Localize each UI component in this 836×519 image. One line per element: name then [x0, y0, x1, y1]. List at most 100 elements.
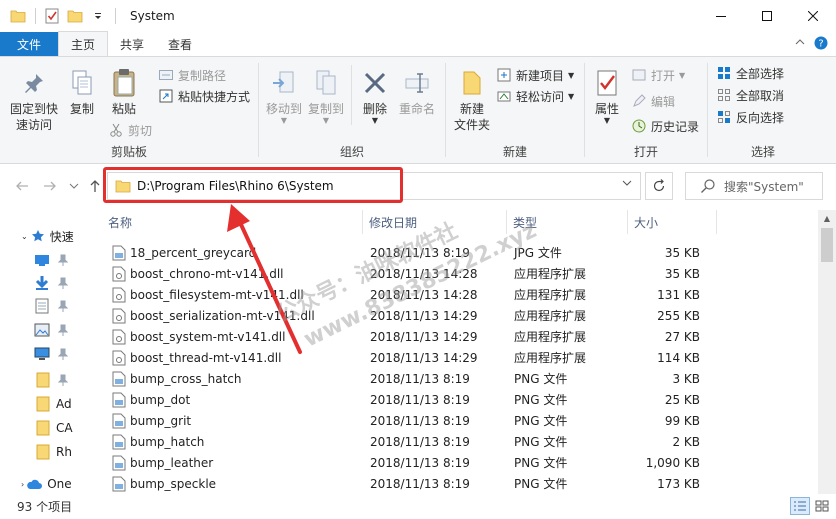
back-arrow-icon[interactable]: [14, 178, 30, 194]
file-row[interactable]: boost_chrono-mt-v141.dll 2018/11/13 14:2…: [100, 263, 816, 284]
column-header-type[interactable]: 类型: [507, 210, 627, 234]
select-all-icon: [716, 65, 732, 81]
delete-button[interactable]: 删除 ▼: [357, 67, 393, 125]
copy-to-button[interactable]: 复制到 ▼: [305, 67, 347, 125]
open-group-label: 打开: [633, 145, 658, 159]
collapse-ribbon-icon[interactable]: [794, 36, 806, 53]
file-row[interactable]: bump_speckle 2018/11/13 8:19 PNG 文件 173 …: [100, 473, 816, 494]
view-buttons: [790, 497, 832, 515]
recent-locations-icon[interactable]: [66, 178, 82, 194]
item-count: 93 个项目: [17, 500, 73, 514]
address-bar[interactable]: D:\Program Files\Rhino 6\System: [107, 172, 641, 200]
file-row[interactable]: boost_system-mt-v141.dll 2018/11/13 14:2…: [100, 326, 816, 347]
properties-check-icon[interactable]: [44, 8, 60, 24]
file-row[interactable]: boost_serialization-mt-v141.dll 2018/11/…: [100, 305, 816, 326]
history-button[interactable]: 历史记录: [631, 116, 699, 136]
file-row[interactable]: bump_grit 2018/11/13 8:19 PNG 文件 99 KB: [100, 410, 816, 431]
invert-selection-button[interactable]: 反向选择: [716, 107, 784, 127]
copy-to-icon: [310, 67, 342, 99]
column-header-name[interactable]: 名称: [102, 210, 360, 234]
chevron-down-icon: ▼: [280, 116, 288, 125]
refresh-button[interactable]: [645, 172, 673, 200]
file-row[interactable]: bump_cross_hatch 2018/11/13 8:19 PNG 文件 …: [100, 368, 816, 389]
search-placeholder: 搜索"System": [724, 179, 804, 194]
file-row[interactable]: 18_percent_greycard 2018/11/13 8:19 JPG …: [100, 242, 816, 263]
maximize-button[interactable]: [744, 0, 790, 32]
sidebar-item-documents[interactable]: [0, 296, 76, 316]
paste-button[interactable]: 粘贴: [104, 67, 144, 117]
large-icons-view-icon[interactable]: [812, 497, 832, 515]
column-header-date[interactable]: 修改日期: [363, 210, 505, 234]
move-to-button[interactable]: 移动到 ▼: [263, 67, 305, 125]
sidebar-item-ad[interactable]: Ad: [0, 394, 76, 414]
select-all-button[interactable]: 全部选择: [716, 63, 784, 83]
search-box[interactable]: 搜索"System": [685, 172, 823, 200]
properties-button[interactable]: 属性 ▼: [589, 67, 625, 125]
edit-button[interactable]: 编辑: [631, 91, 675, 111]
ribbon: 固定到快 速访问 复制 粘贴 复制路径 粘贴快捷方式 剪切 剪贴板 移动到 ▼ …: [0, 56, 836, 164]
scrollbar-thumb[interactable]: [821, 228, 833, 262]
divider: [115, 8, 116, 24]
forward-arrow-icon[interactable]: [42, 178, 58, 194]
window-controls: [698, 0, 836, 32]
details-view-icon[interactable]: [790, 497, 810, 515]
paste-shortcut-button[interactable]: 粘贴快捷方式: [158, 86, 250, 106]
file-row[interactable]: boost_filesystem-mt-v141.dll 2018/11/13 …: [100, 284, 816, 305]
divider: [35, 8, 36, 24]
sidebar-item-folder[interactable]: [0, 370, 76, 390]
new-item-button[interactable]: 新建项目 ▼: [496, 65, 574, 85]
select-none-button[interactable]: 全部取消: [716, 85, 784, 105]
divider: [351, 65, 352, 125]
copy-path-button[interactable]: 复制路径: [158, 65, 226, 85]
easy-access-button[interactable]: 轻松访问 ▼: [496, 86, 574, 106]
ribbon-tabs: 文件 主页 共享 查看 ?: [0, 31, 836, 56]
new-group: 新建 文件夹 新建项目 ▼ 轻松访问 ▼ 新建: [446, 57, 584, 164]
folder-icon: [36, 420, 50, 436]
up-arrow-icon[interactable]: [87, 178, 103, 194]
pin-quick-access-button[interactable]: 固定到快 速访问: [6, 67, 62, 133]
copy-button[interactable]: 复制: [64, 67, 100, 117]
vertical-scrollbar[interactable]: ▲: [818, 210, 836, 494]
new-folder-button[interactable]: 新建 文件夹: [450, 67, 494, 133]
select-none-icon: [716, 87, 732, 103]
sidebar-item-downloads[interactable]: [0, 273, 76, 293]
customize-dropdown-icon[interactable]: [90, 8, 106, 24]
sidebar-item-desktop[interactable]: [0, 250, 76, 270]
chevron-down-icon: ▼: [568, 91, 575, 101]
new-group-label: 新建: [502, 145, 527, 159]
sidebar-item-ca[interactable]: CA: [0, 418, 76, 438]
computer-icon: [34, 347, 50, 360]
sidebar-item-rh[interactable]: Rh: [0, 442, 76, 462]
tab-view[interactable]: 查看: [156, 32, 204, 56]
navigation-pane: ⌄ 快速 Ad CA Rh › One: [0, 210, 76, 494]
open-button[interactable]: 打开 ▼: [631, 65, 685, 85]
sidebar-item-pictures[interactable]: [0, 320, 76, 340]
sidebar-item-quick-access[interactable]: ⌄ 快速: [0, 226, 76, 246]
tab-share[interactable]: 共享: [108, 32, 156, 56]
address-dropdown-icon[interactable]: [622, 179, 632, 190]
sidebar-item-onedrive[interactable]: › One: [0, 474, 76, 494]
file-row[interactable]: bump_dot 2018/11/13 8:19 PNG 文件 25 KB: [100, 389, 816, 410]
file-row[interactable]: boost_thread-mt-v141.dll 2018/11/13 14:2…: [100, 347, 816, 368]
pin-icon: [18, 67, 50, 99]
minimize-button[interactable]: [698, 0, 744, 32]
scroll-up-icon[interactable]: ▲: [818, 210, 836, 226]
chevron-down-icon: ⌄: [21, 231, 28, 241]
pin-icon: [58, 324, 68, 336]
history-icon: [631, 118, 647, 134]
folder-icon: [10, 8, 26, 24]
open-group: 属性 ▼ 打开 ▼ 编辑 历史记录 打开: [585, 57, 707, 164]
sidebar-item-this-pc[interactable]: [0, 344, 76, 364]
help-icon[interactable]: ?: [814, 36, 828, 53]
rename-button[interactable]: 重命名: [395, 67, 439, 117]
file-row[interactable]: bump_leather 2018/11/13 8:19 PNG 文件 1,09…: [100, 452, 816, 473]
new-folder-icon[interactable]: [67, 8, 83, 24]
tab-home[interactable]: 主页: [58, 31, 109, 56]
cut-button[interactable]: 剪切: [108, 120, 152, 140]
pin-icon: [58, 300, 68, 312]
column-header-size[interactable]: 大小: [628, 210, 716, 234]
tab-file[interactable]: 文件: [0, 32, 58, 56]
close-button[interactable]: [790, 0, 836, 32]
file-row[interactable]: bump_hatch 2018/11/13 8:19 PNG 文件 2 KB: [100, 431, 816, 452]
desktop-icon: [35, 255, 49, 266]
